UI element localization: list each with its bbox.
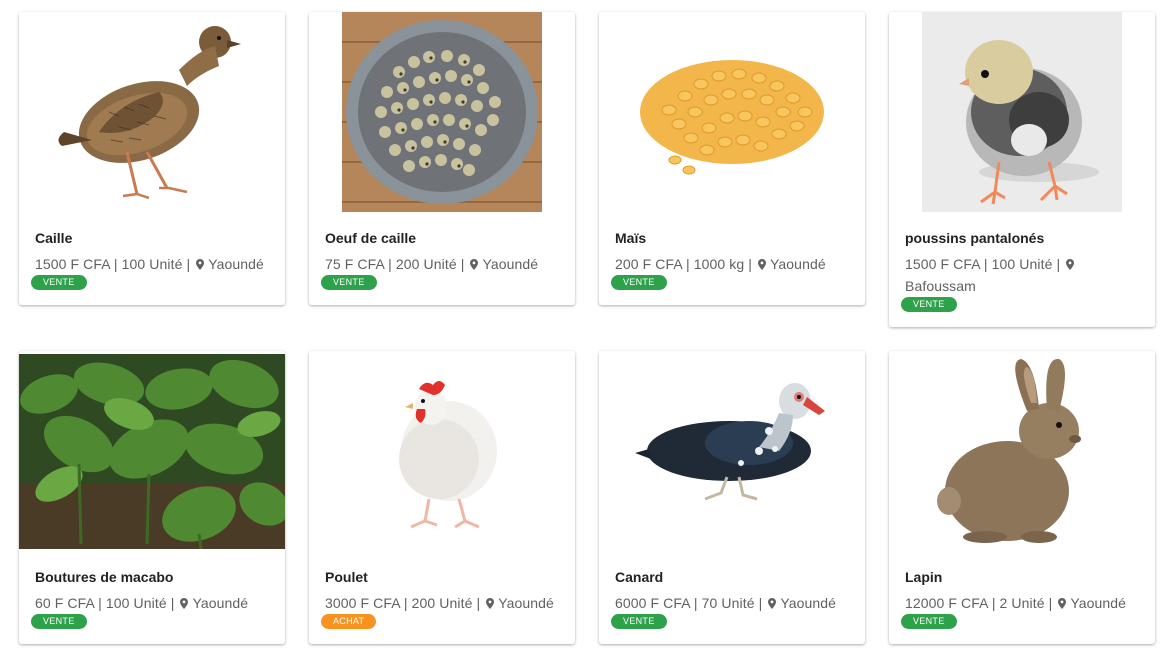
product-quantity: 200 Unité [411,595,473,611]
product-name: Maïs [615,230,647,246]
chicken-image [309,351,575,551]
product-location: Bafoussam [905,278,976,294]
location-pin-icon [1066,259,1075,270]
product-meta: 12000 F CFA | 2 Unité | Yaoundé [905,595,1127,611]
chick-image [889,12,1155,212]
product-name: Boutures de macabo [35,569,174,585]
product-location: Yaoundé [1070,595,1127,611]
product-quantity: 100 Unité [105,595,167,611]
quail-eggs-image [309,12,575,212]
product-price: 3000 F CFA [325,595,400,611]
product-grid: Caille 1500 F CFA | 100 Unité | Yaoundé … [0,0,1167,653]
product-price: 200 F CFA [615,256,683,272]
product-card[interactable]: Lapin 12000 F CFA | 2 Unité | Yaoundé VE… [889,351,1155,644]
product-quantity: 200 Unité [395,256,457,272]
location-pin-icon [758,259,767,270]
product-meta: 1500 F CFA | 100 Unité | Yaoundé [35,256,264,272]
product-price: 12000 F CFA [905,595,988,611]
product-card[interactable]: poussins pantalonés 1500 F CFA | 100 Uni… [889,12,1155,327]
macabo-plants-image [19,354,285,549]
product-meta: 6000 F CFA | 70 Unité | Yaoundé [615,595,837,611]
product-name: Lapin [905,569,943,585]
product-card[interactable]: Canard 6000 F CFA | 70 Unité | Yaoundé V… [599,351,865,644]
product-name: Caille [35,230,73,246]
product-name: Poulet [325,569,368,585]
product-card[interactable]: Oeuf de caille 75 F CFA | 200 Unité | Ya… [309,12,575,305]
product-location: Yaoundé [192,595,249,611]
location-pin-icon [768,598,777,609]
product-quantity: 2 Unité [999,595,1045,611]
product-card[interactable]: Maïs 200 F CFA | 1000 kg | Yaoundé VENTE [599,12,865,305]
status-badge: VENTE [611,614,667,629]
location-pin-icon [1058,598,1067,609]
status-badge: ACHAT [321,614,377,629]
product-location: Yaoundé [770,256,826,272]
rabbit-image [889,351,1155,551]
status-badge: VENTE [31,275,87,290]
quail-image [19,12,285,212]
product-meta: 200 F CFA | 1000 kg | Yaoundé [615,256,826,272]
product-quantity: 100 Unité [121,256,183,272]
product-meta: 3000 F CFA | 200 Unité | Yaoundé [325,595,554,611]
product-name: poussins pantalonés [905,230,1045,246]
product-quantity: 1000 kg [693,256,745,272]
product-meta: 1500 F CFA | 100 Unité | Bafoussam [905,253,1145,297]
product-location: Yaoundé [208,256,264,272]
product-meta: 75 F CFA | 200 Unité | Yaoundé [325,256,539,272]
product-card[interactable]: Caille 1500 F CFA | 100 Unité | Yaoundé … [19,12,285,305]
status-badge: VENTE [611,275,667,290]
status-badge: VENTE [901,614,957,629]
product-price: 60 F CFA [35,595,95,611]
product-price: 1500 F CFA [35,256,110,272]
status-badge: VENTE [321,275,377,290]
product-location: Yaoundé [482,256,539,272]
product-quantity: 100 Unité [991,256,1053,272]
location-pin-icon [470,259,479,270]
product-quantity: 70 Unité [701,595,755,611]
duck-image [599,351,865,551]
product-price: 1500 F CFA [905,256,980,272]
corn-image [599,12,865,212]
product-name: Canard [615,569,664,585]
product-price: 6000 F CFA [615,595,690,611]
product-name: Oeuf de caille [325,230,417,246]
status-badge: VENTE [31,614,87,629]
location-pin-icon [486,598,495,609]
product-meta: 60 F CFA | 100 Unité | Yaoundé [35,595,249,611]
location-pin-icon [196,259,205,270]
product-location: Yaoundé [498,595,554,611]
status-badge: VENTE [901,297,957,312]
product-price: 75 F CFA [325,256,385,272]
product-location: Yaoundé [780,595,837,611]
location-pin-icon [180,598,189,609]
product-card[interactable]: Boutures de macabo 60 F CFA | 100 Unité … [19,351,285,644]
product-card[interactable]: Poulet 3000 F CFA | 200 Unité | Yaoundé … [309,351,575,644]
